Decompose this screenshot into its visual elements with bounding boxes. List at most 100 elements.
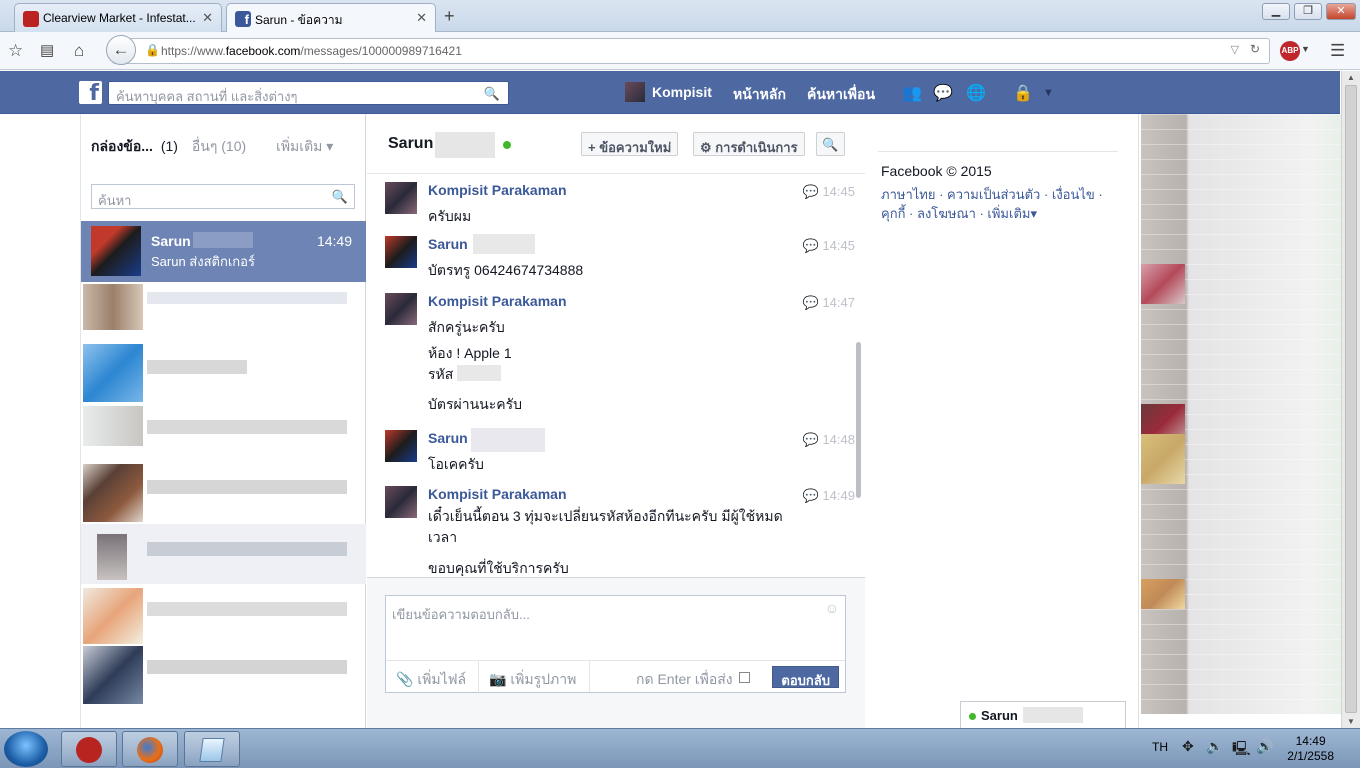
app-icon	[76, 737, 102, 763]
avatar[interactable]	[385, 182, 417, 214]
avatar[interactable]	[385, 486, 417, 518]
avatar[interactable]	[385, 236, 417, 268]
bookmark-star-icon[interactable]: ☆	[8, 41, 23, 61]
close-tab-icon[interactable]: ✕	[416, 10, 427, 26]
find-friends-link[interactable]: ค้นหาเพื่อน	[807, 84, 875, 106]
adblock-icon[interactable]: ABP	[1280, 41, 1300, 61]
sender-name[interactable]: Sarun	[428, 236, 468, 252]
close-window-button[interactable]: ✕	[1326, 3, 1356, 20]
browser-tab-clearview[interactable]: Clearview Market - Infestat... ✕	[14, 3, 222, 32]
scrollbar-thumb[interactable]	[1345, 85, 1357, 713]
chevron-down-icon[interactable]: ▼	[1043, 87, 1054, 99]
conversation-item-active[interactable]: Sarun 14:49 Sarun ส่งสติกเกอร์	[81, 221, 366, 282]
volume-icon[interactable]: 🔈	[1206, 738, 1223, 755]
browser-tab-messages[interactable]: f Sarun - ข้อความ ✕	[226, 3, 436, 33]
taskbar-app-1[interactable]	[61, 731, 117, 767]
redacted-block	[193, 232, 253, 248]
other-tab[interactable]: อื่นๆ (10)	[192, 138, 246, 154]
message-group: Kompisit Parakaman 💬 14:47 สักครู่นะครับ	[385, 293, 855, 343]
list-item	[147, 660, 347, 674]
reply-button[interactable]: ตอบกลับ	[772, 666, 839, 688]
taskbar-notepad[interactable]	[184, 731, 240, 767]
new-tab-icon[interactable]: +	[444, 6, 455, 27]
chat-tab[interactable]: Sarun	[960, 701, 1126, 728]
minimize-button[interactable]: ▁	[1262, 3, 1290, 20]
avatar[interactable]	[625, 82, 645, 102]
device-icon[interactable]: 🖳	[1232, 738, 1251, 762]
page-scrollbar[interactable]: ▲ ▼	[1341, 71, 1360, 728]
profile-link[interactable]: Kompisit	[652, 84, 712, 100]
online-status-icon	[969, 713, 976, 721]
message-thread: Kompisit Parakaman 💬 14:45 ครับผม Sarun …	[367, 176, 865, 576]
reload-icon[interactable]: ↻	[1250, 42, 1260, 56]
add-photos-button[interactable]: 📷 เพิ่มรูปภาพ	[489, 669, 576, 691]
facebook-logo-icon[interactable]: f	[79, 81, 102, 106]
close-tab-icon[interactable]: ✕	[202, 10, 213, 26]
avatar[interactable]	[385, 430, 417, 462]
reply-input[interactable]: เขียนข้อความตอบกลับ... ☺ 📎 เพิ่มไฟล์ 📷 เ…	[385, 595, 846, 694]
thread-scrollbar[interactable]	[856, 342, 861, 498]
scroll-down-icon[interactable]: ▼	[1347, 717, 1355, 726]
search-icon[interactable]: 🔍	[332, 189, 348, 205]
add-files-button[interactable]: 📎 เพิ่มไฟล์	[396, 669, 466, 691]
redacted-block	[471, 428, 545, 452]
paperclip-icon: 📎	[396, 671, 418, 687]
avatar	[83, 284, 143, 330]
sender-name[interactable]: Kompisit Parakaman	[428, 293, 567, 309]
notifications-icon[interactable]: 🌐	[966, 83, 986, 103]
lock-icon: 🔒	[145, 43, 160, 57]
taskbar-firefox[interactable]	[122, 731, 178, 767]
time-label: 14:48	[822, 432, 855, 447]
time-label: 14:45	[822, 184, 855, 199]
redacted-block	[1023, 707, 1083, 723]
new-message-button[interactable]: + ข้อความใหม่	[581, 132, 679, 156]
language-indicator[interactable]: TH	[1152, 740, 1168, 754]
reply-toolbar: 📎 เพิ่มไฟล์ 📷 เพิ่มรูปภาพ กด Enter เพื่อ…	[386, 660, 845, 694]
message-text: ขอบคุณที่ใช้บริการครับ	[428, 560, 569, 576]
message-text: เวลา	[428, 529, 458, 545]
emoticon-icon[interactable]: ☺	[825, 600, 839, 616]
system-clock[interactable]: 14:49 2/1/2558	[1287, 734, 1334, 764]
search-icon[interactable]: 🔍	[484, 86, 500, 102]
friend-requests-icon[interactable]: 👥	[902, 83, 922, 103]
dropdown-icon[interactable]: ▽	[1231, 43, 1239, 56]
time-label: 14:47	[822, 295, 855, 310]
list-item	[147, 360, 247, 374]
sender-name[interactable]: Kompisit Parakaman	[428, 182, 567, 198]
chat-sidebar	[1138, 114, 1341, 728]
reading-list-icon[interactable]: ▤	[40, 41, 54, 59]
press-enter-checkbox[interactable]	[739, 672, 750, 683]
menu-icon[interactable]: ☰	[1330, 41, 1345, 61]
address-bar[interactable]: 🔒 https://www.facebook.com/messages/1000…	[112, 38, 1270, 64]
message-text: เดี๋วเย็นนี้ตอน 3 ทุ่มจะเปลี่ยนรหัสห้องอ…	[428, 508, 783, 524]
speaker-icon[interactable]: 🔊	[1256, 738, 1273, 755]
avatar[interactable]	[385, 293, 417, 325]
footer-links[interactable]: คุกกี้ · ลงโฆษณา · เพิ่มเติม▾	[881, 203, 1037, 224]
chevron-down-icon[interactable]: ▼	[1301, 44, 1310, 54]
tab-title: Clearview Market - Infestat...	[43, 11, 196, 25]
avatar	[1141, 579, 1185, 609]
privacy-shortcuts-icon[interactable]: 🔒	[1013, 83, 1033, 103]
back-button[interactable]: ←	[106, 35, 136, 65]
thread-search-button[interactable]: 🔍	[816, 132, 845, 156]
facebook-search-input[interactable]: ค้นหาบุคคล สถานที่ และสิ่งต่างๆ 🔍	[108, 81, 509, 105]
scroll-up-icon[interactable]: ▲	[1347, 73, 1355, 82]
avatar	[83, 464, 143, 522]
inbox-tab[interactable]: กล่องข้อ...	[91, 138, 153, 154]
footer-links[interactable]: ภาษาไทย · ความเป็นส่วนตัว · เงื่อนไข ·	[881, 184, 1103, 205]
network-icon[interactable]: ✥	[1182, 738, 1194, 755]
browser-tab-bar: Clearview Market - Infestat... ✕ f Sarun…	[0, 0, 1360, 33]
conversation-list-panel: กล่องข้อ... (1) อื่นๆ (10) เพิ่มเติม ▾ ค…	[80, 114, 366, 728]
message-continuation: ห้อง ! Apple 1 รหัส	[385, 343, 855, 387]
actions-button[interactable]: ⚙ การดำเนินการ	[693, 132, 805, 156]
home-icon[interactable]: ⌂	[74, 41, 84, 61]
sender-name[interactable]: Kompisit Parakaman	[428, 486, 567, 502]
home-link[interactable]: หน้าหลัก	[733, 84, 786, 106]
conversation-search-input[interactable]: ค้นหา 🔍	[91, 184, 355, 209]
maximize-button[interactable]: ❐	[1294, 3, 1322, 20]
start-button[interactable]	[4, 731, 48, 767]
new-message-label: ข้อความใหม่	[599, 140, 672, 155]
more-dropdown[interactable]: เพิ่มเติม ▾	[276, 138, 333, 154]
sender-name[interactable]: Sarun	[428, 430, 468, 446]
messages-icon[interactable]: 💬	[933, 83, 953, 103]
